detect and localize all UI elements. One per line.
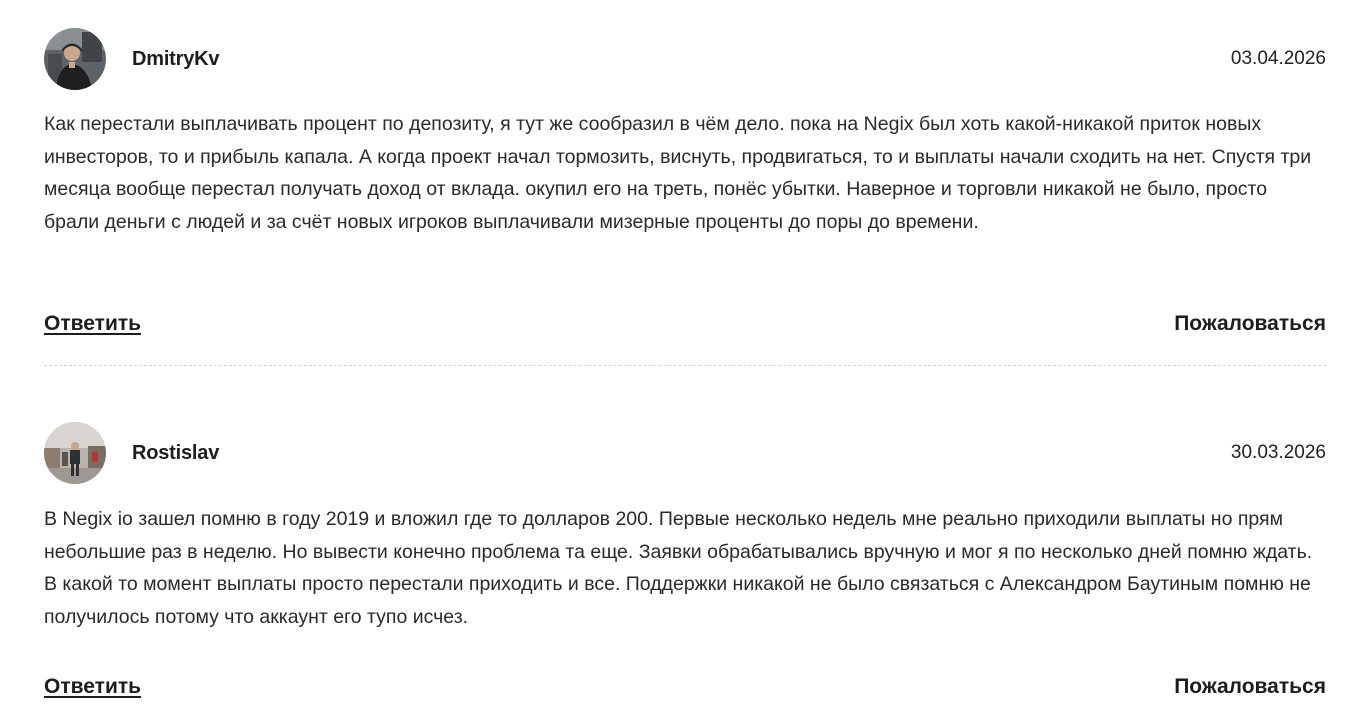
- comment-author: DmitryKv: [132, 48, 220, 70]
- comment-text: Как перестали выплачивать процент по деп…: [44, 113, 1312, 233]
- avatar: [44, 28, 106, 90]
- comment-actions: Ответить Пожаловаться: [44, 312, 1326, 342]
- comment-item: Rostislav 30.03.2026 В Negix io зашел по…: [44, 366, 1326, 708]
- comment-header: DmitryKv 03.04.2026: [44, 28, 1326, 90]
- avatar: [44, 422, 106, 484]
- reply-button[interactable]: Ответить: [44, 312, 141, 336]
- reply-button[interactable]: Ответить: [44, 675, 141, 699]
- report-button[interactable]: Пожаловаться: [1174, 312, 1326, 336]
- comment-header: Rostislav 30.03.2026: [44, 422, 1326, 484]
- comment-author: Rostislav: [132, 442, 220, 464]
- user-photo-avatar-icon: [44, 28, 106, 90]
- comment-actions: Ответить Пожаловаться: [44, 675, 1326, 705]
- comment-date: 03.04.2026: [1230, 48, 1326, 69]
- comment-item: DmitryKv 03.04.2026 Как перестали выплач…: [44, 0, 1326, 366]
- comments-list: DmitryKv 03.04.2026 Как перестали выплач…: [44, 0, 1326, 708]
- report-button[interactable]: Пожаловаться: [1174, 675, 1326, 699]
- comment-date: 30.03.2026: [1230, 442, 1326, 463]
- user-photo-avatar-icon: [44, 422, 106, 484]
- comment-text: В Negix io зашел помню в году 2019 и вло…: [44, 508, 1313, 628]
